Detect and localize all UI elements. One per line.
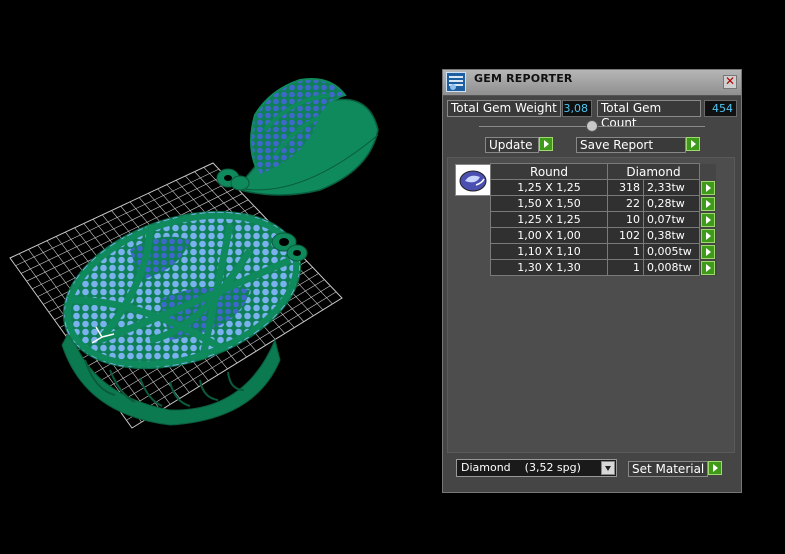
table-row[interactable]: 1,00 X 1,00 102 0,38tw <box>490 227 717 244</box>
gem-weight: 0,38tw <box>643 227 700 244</box>
gem-weight: 0,28tw <box>643 195 700 212</box>
drop-pendant-model[interactable] <box>216 78 379 196</box>
total-gem-count-value: 454 <box>704 100 737 117</box>
column-header-round: Round <box>490 163 608 180</box>
table-row[interactable]: 1,25 X 1,25 10 0,07tw <box>490 211 717 228</box>
material-select-value: Diamond (3,52 spg) <box>461 461 581 474</box>
gem-size: 1,25 X 1,25 <box>490 211 608 228</box>
gem-weight: 2,33tw <box>643 179 700 196</box>
row-play-arrow-icon[interactable] <box>701 212 715 227</box>
gem-count: 1 <box>607 259 644 276</box>
gem-reporter-icon <box>446 72 466 92</box>
material-select[interactable]: Diamond (3,52 spg) <box>456 459 617 477</box>
close-icon[interactable]: ✕ <box>723 75 737 89</box>
table-row[interactable]: 1,25 X 1,25 318 2,33tw <box>490 179 717 196</box>
dropdown-arrow-icon[interactable] <box>601 461 615 475</box>
panel-title: GEM REPORTER <box>474 72 573 85</box>
gem-table: Round Diamond 1,25 X 1,25 318 2,33tw 1,5… <box>490 163 717 276</box>
set-material-play-arrow-icon[interactable] <box>708 461 722 475</box>
total-gem-weight-label: Total Gem Weight <box>447 100 561 117</box>
gem-count: 1 <box>607 243 644 260</box>
gem-size: 1,10 X 1,10 <box>490 243 608 260</box>
gem-size: 1,25 X 1,25 <box>490 179 608 196</box>
gem-count: 10 <box>607 211 644 228</box>
gem-weight: 0,008tw <box>643 259 700 276</box>
row-play-arrow-icon[interactable] <box>701 196 715 211</box>
set-material-button[interactable]: Set Material <box>628 461 708 477</box>
oval-pendant-model[interactable] <box>44 184 321 426</box>
row-play-arrow-icon[interactable] <box>701 244 715 259</box>
row-play-arrow-icon[interactable] <box>701 260 715 275</box>
gem-count: 22 <box>607 195 644 212</box>
total-gem-count-label: Total Gem Count <box>597 100 701 130</box>
slider-thumb[interactable] <box>586 120 598 132</box>
total-gem-weight-value: 3,08 <box>562 100 592 117</box>
gem-count: 102 <box>607 227 644 244</box>
gem-weight: 0,005tw <box>643 243 700 260</box>
gem-count: 318 <box>607 179 644 196</box>
round-gem-icon[interactable] <box>455 164 491 196</box>
row-play-arrow-icon[interactable] <box>701 228 715 243</box>
table-row[interactable]: 1,10 X 1,10 1 0,005tw <box>490 243 717 260</box>
update-play-arrow-icon[interactable] <box>539 137 553 151</box>
save-report-play-arrow-icon[interactable] <box>686 137 700 151</box>
table-row[interactable]: 1,50 X 1,50 22 0,28tw <box>490 195 717 212</box>
table-row[interactable]: 1,30 X 1,30 1 0,008tw <box>490 259 717 276</box>
panel-titlebar[interactable]: GEM REPORTER ✕ <box>443 70 741 96</box>
gem-weight: 0,07tw <box>643 211 700 228</box>
gem-reporter-panel: GEM REPORTER ✕ Total Gem Weight 3,08 Tot… <box>442 69 742 493</box>
gem-size: 1,50 X 1,50 <box>490 195 608 212</box>
gem-list-area: Round Diamond 1,25 X 1,25 318 2,33tw 1,5… <box>447 157 735 453</box>
gem-size: 1,00 X 1,00 <box>490 227 608 244</box>
gem-size: 1,30 X 1,30 <box>490 259 608 276</box>
column-header-diamond: Diamond <box>607 163 700 180</box>
save-report-button[interactable]: Save Report <box>576 137 686 153</box>
update-button[interactable]: Update <box>485 137 539 153</box>
row-play-arrow-icon[interactable] <box>701 180 715 195</box>
